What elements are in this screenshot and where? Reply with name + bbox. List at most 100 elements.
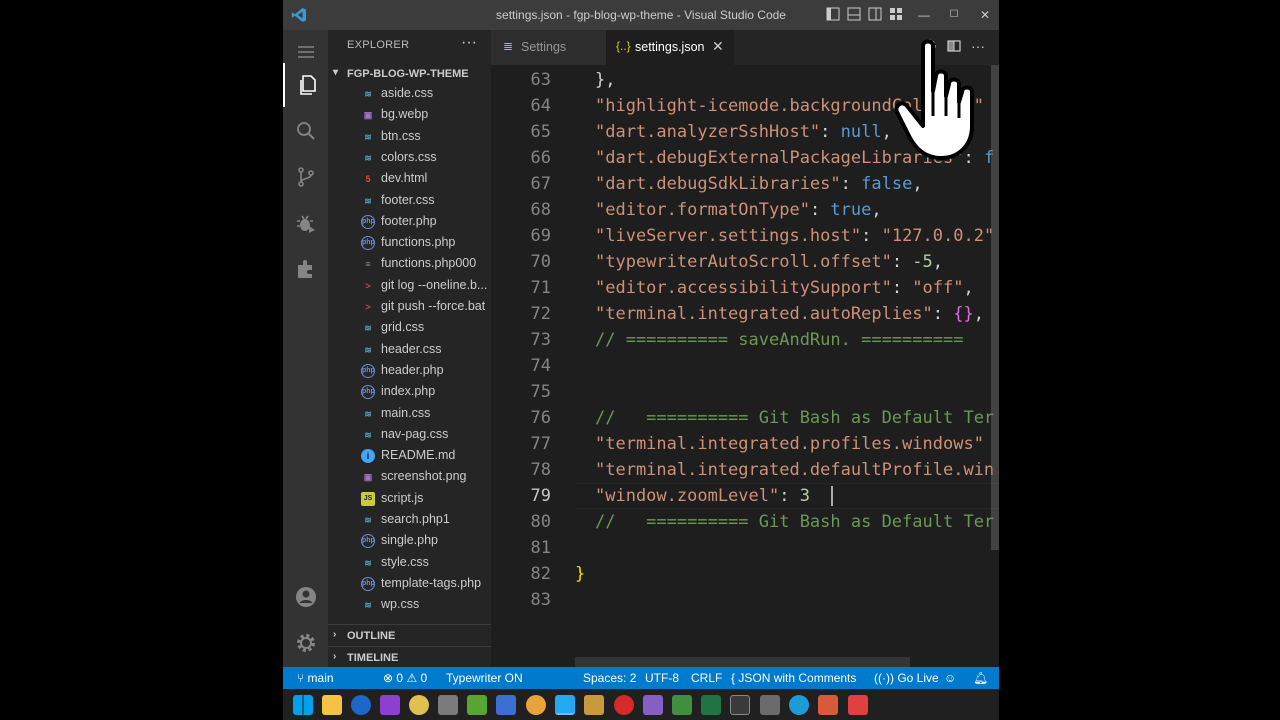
file-name: colors.css: [381, 149, 437, 164]
language-status[interactable]: { JSON with Comments: [731, 671, 856, 685]
vscode-taskbar-icon[interactable]: [555, 695, 575, 715]
app-icon[interactable]: [438, 695, 458, 715]
file-item[interactable]: ≋ btn.css: [328, 126, 491, 147]
excel-icon[interactable]: [701, 695, 721, 715]
windows-start-icon[interactable]: [293, 695, 313, 715]
figma-icon[interactable]: [380, 695, 400, 715]
file-name: git push --force.bat: [381, 299, 486, 313]
app-icon[interactable]: [467, 695, 487, 715]
source-control-button[interactable]: [283, 155, 328, 199]
typewriter-status[interactable]: Typewriter ON: [446, 671, 523, 685]
workspace-folder[interactable]: ▾ FGP-BLOG-WP-THEME: [328, 65, 491, 83]
go-live-status[interactable]: ((·)) Go Live: [874, 671, 939, 685]
error-icon: ⊗: [383, 671, 394, 685]
toggle-secondary-sidebar-icon[interactable]: [868, 7, 882, 21]
file-item[interactable]: > git log --oneline.b...: [328, 275, 491, 296]
vertical-scrollbar[interactable]: [991, 65, 999, 550]
file-item[interactable]: ≋ style.css: [328, 552, 491, 573]
file-name: footer.php: [381, 213, 437, 228]
file-item[interactable]: 5 dev.html: [328, 168, 491, 189]
horizontal-scrollbar[interactable]: [575, 657, 910, 667]
file-explorer-icon[interactable]: [322, 695, 342, 715]
app-icon[interactable]: [672, 695, 692, 715]
app-icon[interactable]: [848, 695, 868, 715]
search-button[interactable]: [283, 109, 328, 153]
file-item[interactable]: php index.php: [328, 381, 491, 402]
minimize-button[interactable]: —: [912, 4, 936, 26]
line-number: 82: [530, 564, 551, 584]
app-icon[interactable]: [496, 695, 516, 715]
app-icon[interactable]: [409, 695, 429, 715]
title-bar: settings.json - fgp-blog-wp-theme - Visu…: [283, 0, 999, 30]
app-icon[interactable]: [789, 695, 809, 715]
file-item[interactable]: ≋ footer.css: [328, 190, 491, 211]
timeline-section[interactable]: › TIMELINE: [328, 646, 491, 668]
language-label: JSON with Comments: [738, 671, 857, 685]
chrome-icon[interactable]: [526, 695, 546, 715]
terminal-icon[interactable]: [730, 695, 750, 715]
app-icon[interactable]: [351, 695, 371, 715]
tab-settings-json[interactable]: {..} settings.json ✕: [606, 30, 734, 65]
file-item[interactable]: ≋ grid.css: [328, 317, 491, 338]
code-token: :: [891, 252, 913, 272]
feedback-icon[interactable]: ☺: [944, 671, 956, 685]
tab-label: Settings: [521, 40, 567, 54]
file-item[interactable]: ≋ search.php1: [328, 509, 491, 530]
close-tab-icon[interactable]: ✕: [712, 38, 724, 55]
file-item[interactable]: ≋ aside.css: [328, 83, 491, 104]
code-token: :: [891, 278, 913, 298]
indentation-status[interactable]: Spaces: 2: [583, 671, 636, 685]
opera-icon[interactable]: [614, 695, 634, 715]
code-token: // ========== saveAndRun. ==========: [595, 330, 964, 350]
file-item[interactable]: i README.md: [328, 445, 491, 466]
branch-status[interactable]: ⑂ main: [297, 671, 334, 685]
file-item[interactable]: php footer.php: [328, 211, 491, 232]
code-line: // ========== Git Bash as Default Ter: [595, 405, 994, 431]
branch-label: main: [307, 671, 334, 685]
file-item[interactable]: php single.php: [328, 530, 491, 551]
file-item[interactable]: JS script.js: [328, 488, 491, 509]
app-icon[interactable]: [584, 695, 604, 715]
file-item[interactable]: ≋ main.css: [328, 403, 491, 424]
toggle-sidebar-icon[interactable]: [826, 7, 840, 21]
run-debug-button[interactable]: [283, 201, 328, 245]
customize-layout-icon[interactable]: [889, 7, 903, 21]
notifications-bell-icon[interactable]: 🔔︎: [973, 671, 988, 685]
warning-icon: ⚠: [406, 671, 418, 685]
file-item[interactable]: ▣ bg.webp: [328, 104, 491, 125]
code-line: "dart.analyzerSshHost": null,: [595, 119, 892, 145]
error-count: 0: [396, 671, 404, 685]
file-item[interactable]: ≋ colors.css: [328, 147, 491, 168]
file-item[interactable]: ≋ wp.css: [328, 594, 491, 615]
file-item[interactable]: ≡ functions.php000: [328, 253, 491, 274]
toggle-panel-icon[interactable]: [847, 7, 861, 21]
encoding-status[interactable]: UTF-8: [645, 671, 679, 685]
code-line: // ========== saveAndRun. ==========: [595, 327, 963, 353]
maximize-button[interactable]: ☐: [942, 4, 966, 26]
file-name: README.md: [381, 448, 456, 463]
code-token: :: [820, 122, 841, 142]
outline-section[interactable]: › OUTLINE: [328, 624, 491, 646]
code-line: "editor.formatOnType": true,: [595, 197, 882, 223]
code-line: },: [595, 67, 615, 93]
file-item[interactable]: ≋ nav-pag.css: [328, 424, 491, 445]
manage-button[interactable]: [283, 621, 328, 665]
file-item[interactable]: > git push --force.bat: [328, 296, 491, 317]
file-item[interactable]: ≋ header.css: [328, 339, 491, 360]
file-item[interactable]: php header.php: [328, 360, 491, 381]
visual-studio-icon[interactable]: [643, 695, 663, 715]
problems-status[interactable]: ⊗ 0 ⚠ 0: [383, 671, 427, 685]
microphone-icon[interactable]: [818, 695, 838, 715]
extensions-button[interactable]: [283, 247, 328, 291]
file-item[interactable]: php functions.php: [328, 232, 491, 253]
file-item[interactable]: ▣ screenshot.png: [328, 466, 491, 487]
app-icon[interactable]: [760, 695, 780, 715]
line-number: 83: [530, 590, 551, 610]
eol-status[interactable]: CRLF: [691, 671, 722, 685]
tab-settings[interactable]: ≣ Settings: [491, 30, 606, 65]
close-button[interactable]: ✕: [973, 4, 997, 26]
explorer-more-actions-icon[interactable]: ···: [461, 34, 477, 52]
accounts-button[interactable]: [283, 575, 328, 619]
explorer-button[interactable]: [283, 63, 328, 107]
file-item[interactable]: php template-tags.php: [328, 573, 491, 594]
